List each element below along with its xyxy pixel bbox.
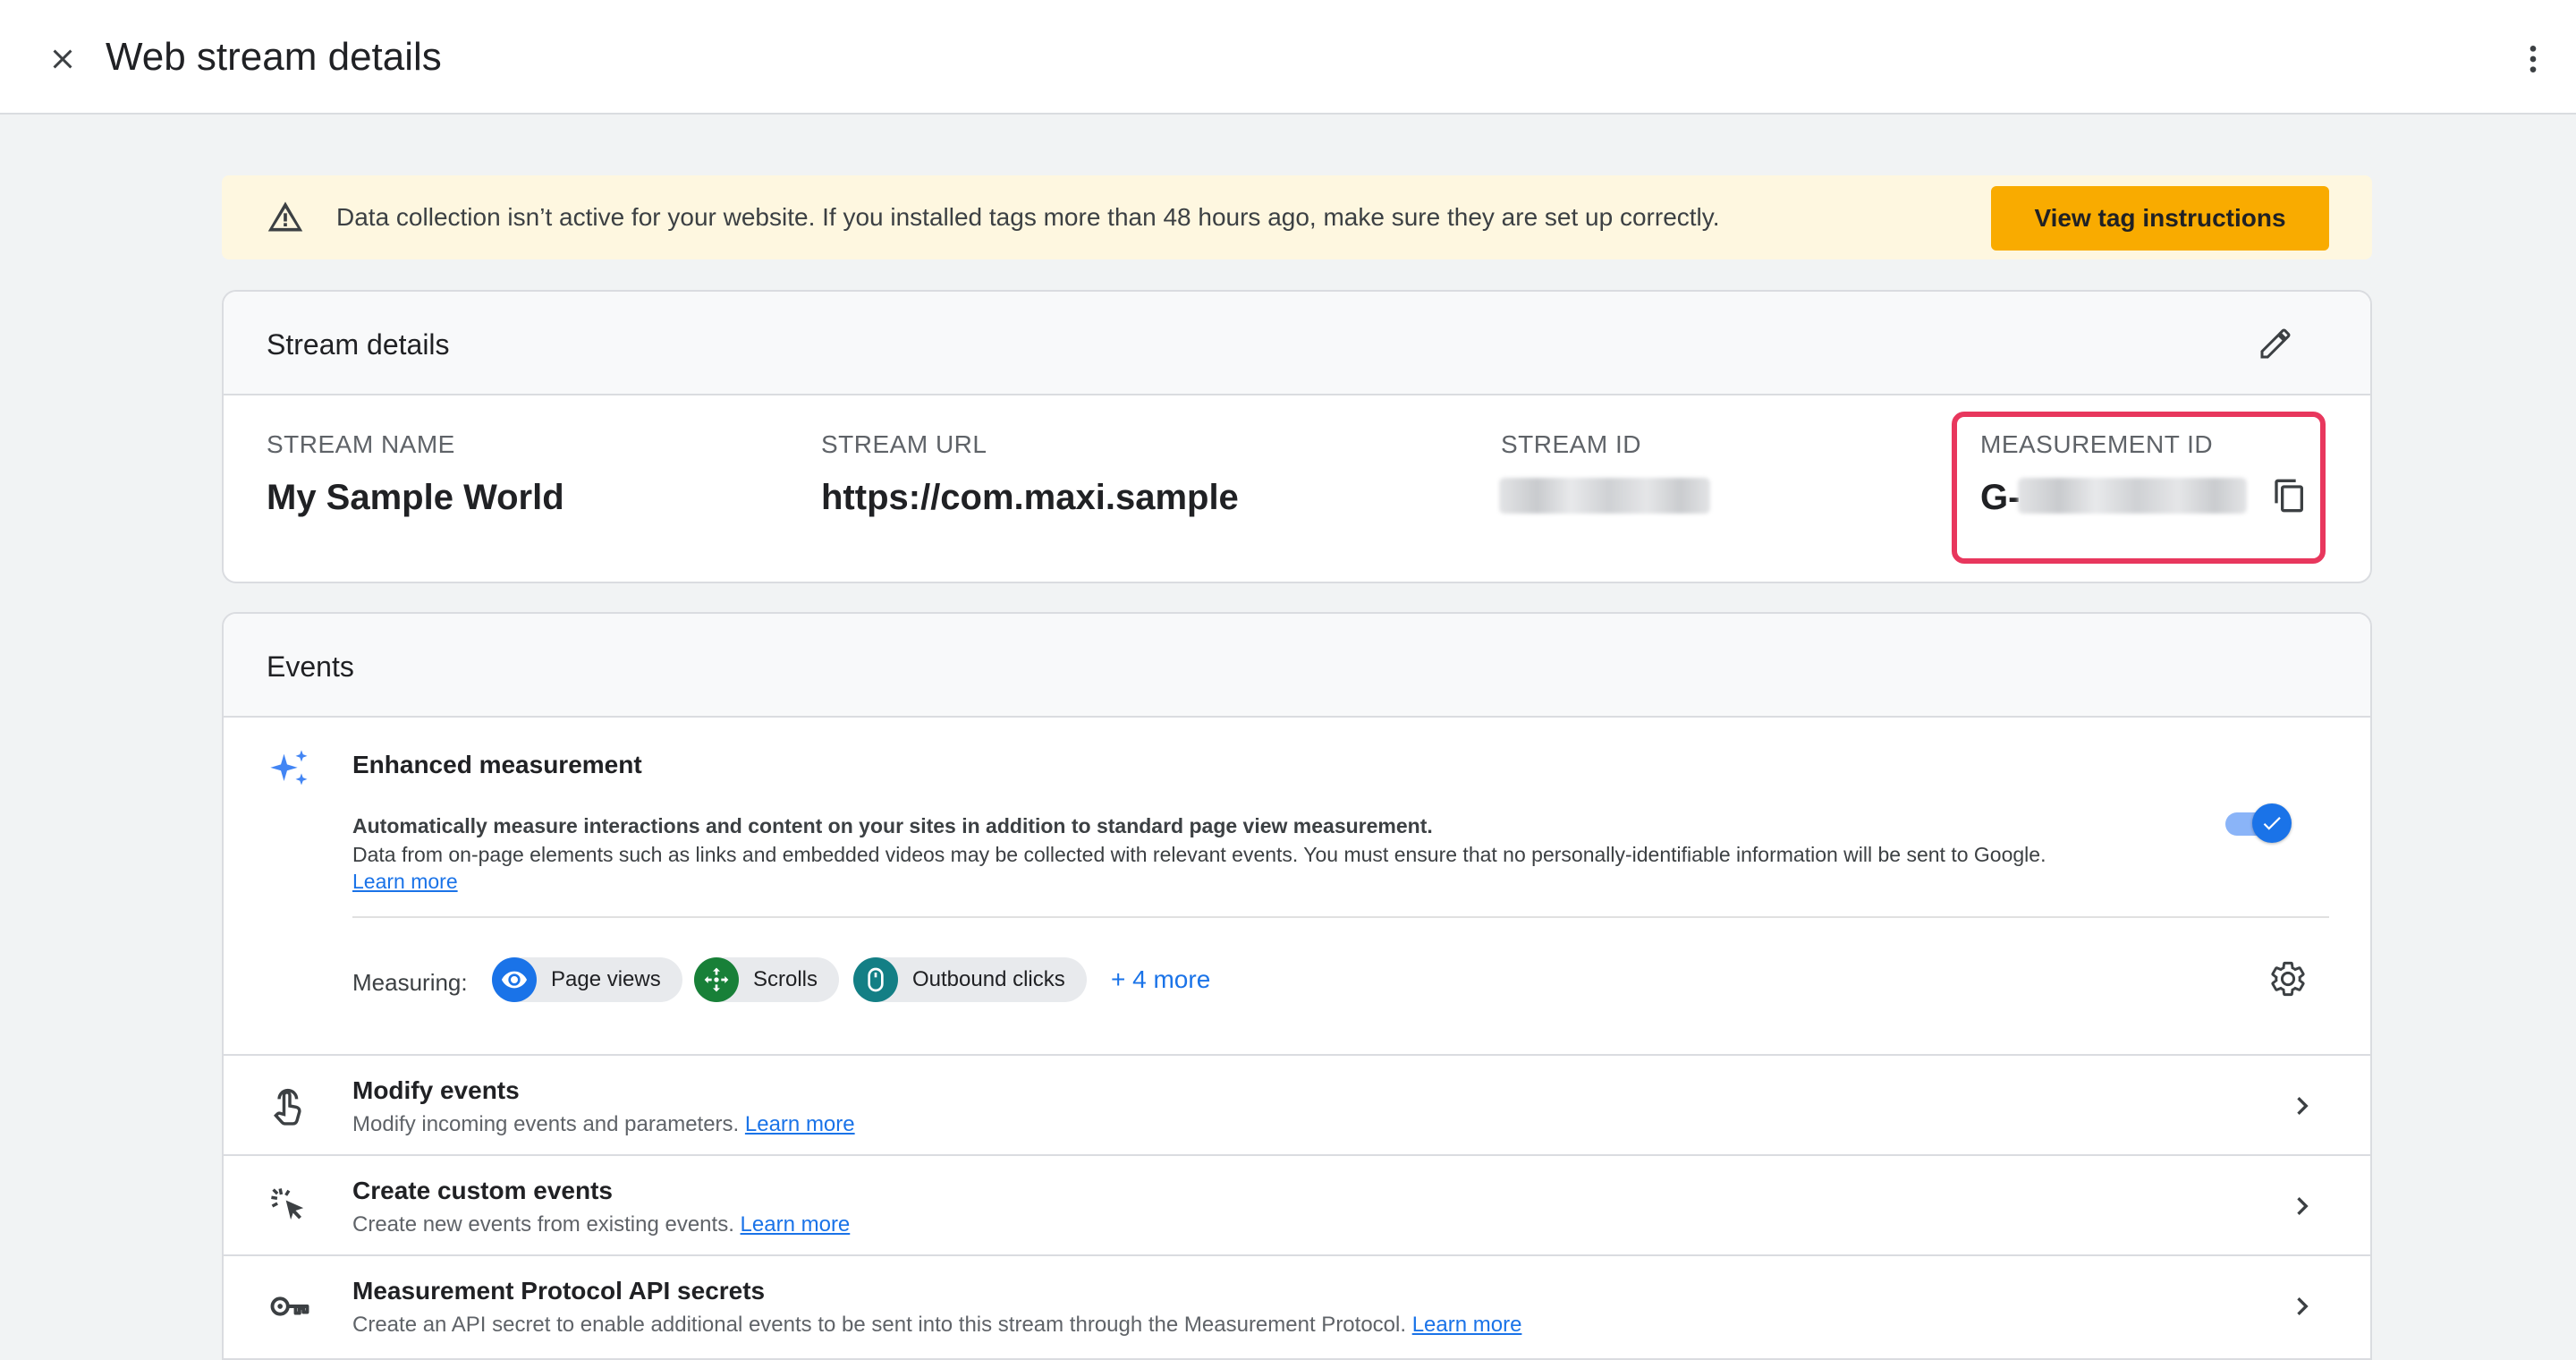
- more-measurements-link[interactable]: + 4 more: [1111, 965, 1210, 995]
- chevron-right-icon: [2281, 1185, 2324, 1228]
- enhanced-measurement-description-bold: Automatically measure interactions and c…: [352, 814, 1433, 837]
- enhanced-measurement-settings-button[interactable]: [2265, 956, 2311, 1002]
- data-collection-banner: Data collection isn’t active for your we…: [222, 175, 2372, 259]
- sparkle-icon: [270, 750, 308, 786]
- stream-details-title: Stream details: [267, 328, 450, 361]
- stream-url-value: https://com.maxi.sample: [821, 478, 1239, 517]
- chip-scrolls[interactable]: Scrolls: [694, 957, 840, 1002]
- create-custom-events-learn-more-link[interactable]: Learn more: [741, 1212, 851, 1237]
- enhanced-measurement-divider: [352, 916, 2329, 918]
- chip-outbound-clicks[interactable]: Outbound clicks: [853, 957, 1087, 1002]
- stream-url-label: STREAM URL: [821, 430, 987, 458]
- toggle-thumb: [2252, 803, 2292, 843]
- banner-message: Data collection isn’t active for your we…: [336, 203, 1720, 231]
- edit-icon: [2260, 328, 2291, 359]
- modify-events-description: Modify incoming events and parameters. L…: [352, 1111, 855, 1138]
- create-custom-events-title: Create custom events: [352, 1177, 614, 1204]
- create-custom-events-description: Create new events from existing events. …: [352, 1211, 850, 1238]
- enhanced-measurement-title: Enhanced measurement: [352, 751, 642, 778]
- scroll-target-icon: [694, 957, 739, 1002]
- measurement-id-label: MEASUREMENT ID: [1980, 430, 2214, 458]
- eye-icon: [492, 957, 537, 1002]
- top-bar: Web stream details: [0, 0, 2576, 115]
- events-title: Events: [267, 650, 354, 683]
- copy-icon: [2275, 479, 2303, 513]
- view-tag-instructions-button[interactable]: View tag instructions: [1991, 186, 2329, 251]
- enhanced-measurement-toggle[interactable]: [2225, 803, 2292, 843]
- chip-outbound-clicks-label: Outbound clicks: [912, 967, 1065, 991]
- stream-name-label: STREAM NAME: [267, 430, 455, 458]
- events-header: Events: [224, 614, 2370, 718]
- key-icon: [270, 1296, 309, 1316]
- measuring-label: Measuring:: [352, 969, 468, 996]
- stream-details-header: Stream details: [224, 292, 2370, 395]
- enhanced-measurement-learn-more-link[interactable]: Learn more: [352, 868, 458, 895]
- measurement-protocol-desc-text: Create an API secret to enable additiona…: [352, 1313, 1407, 1337]
- create-custom-events-row[interactable]: Create custom events Create new events f…: [224, 1154, 2370, 1254]
- measurement-id-prefix: G-: [1980, 478, 2021, 517]
- measurement-protocol-description: Create an API secret to enable additiona…: [352, 1312, 1521, 1339]
- create-custom-events-desc-text: Create new events from existing events.: [352, 1212, 734, 1237]
- warning-icon: [267, 201, 303, 232]
- close-button[interactable]: [39, 36, 86, 82]
- stream-details-card: Stream details STREAM NAME My Sample Wor…: [222, 290, 2372, 583]
- more-vert-icon: [2529, 46, 2537, 72]
- cursor-click-icon: [271, 1188, 304, 1220]
- check-icon: [2263, 817, 2281, 830]
- edit-stream-button[interactable]: [2252, 320, 2299, 367]
- mouse-icon: [853, 957, 898, 1002]
- enhanced-measurement-description: Data from on-page elements such as links…: [352, 843, 2046, 866]
- modify-events-row[interactable]: Modify events Modify incoming events and…: [224, 1054, 2370, 1154]
- modify-events-title: Modify events: [352, 1076, 520, 1104]
- chip-scrolls-label: Scrolls: [753, 967, 818, 991]
- touch-icon: [274, 1088, 301, 1126]
- stream-id-label: STREAM ID: [1501, 430, 1641, 458]
- measurement-id-value-redacted: [2018, 478, 2247, 514]
- chevron-right-icon: [2281, 1084, 2324, 1127]
- close-icon: [53, 49, 72, 69]
- stream-name-value: My Sample World: [267, 478, 564, 517]
- measurement-protocol-row[interactable]: Measurement Protocol API secrets Create …: [224, 1254, 2370, 1355]
- chip-page-views-label: Page views: [551, 967, 661, 991]
- modify-events-learn-more-link[interactable]: Learn more: [745, 1112, 855, 1136]
- chevron-right-icon: [2281, 1285, 2324, 1328]
- measurement-protocol-title: Measurement Protocol API secrets: [352, 1277, 766, 1305]
- modify-events-desc-text: Modify incoming events and parameters.: [352, 1112, 740, 1136]
- chip-page-views[interactable]: Page views: [492, 957, 682, 1002]
- gear-icon: [2271, 961, 2305, 997]
- page-title: Web stream details: [106, 35, 442, 79]
- more-options-button[interactable]: [2508, 34, 2558, 84]
- events-card: Events Enhanced measurement Automaticall…: [222, 612, 2372, 1360]
- stream-id-value-redacted: [1499, 478, 1710, 514]
- measurement-protocol-learn-more-link[interactable]: Learn more: [1412, 1313, 1522, 1337]
- copy-measurement-id-button[interactable]: [2267, 472, 2313, 519]
